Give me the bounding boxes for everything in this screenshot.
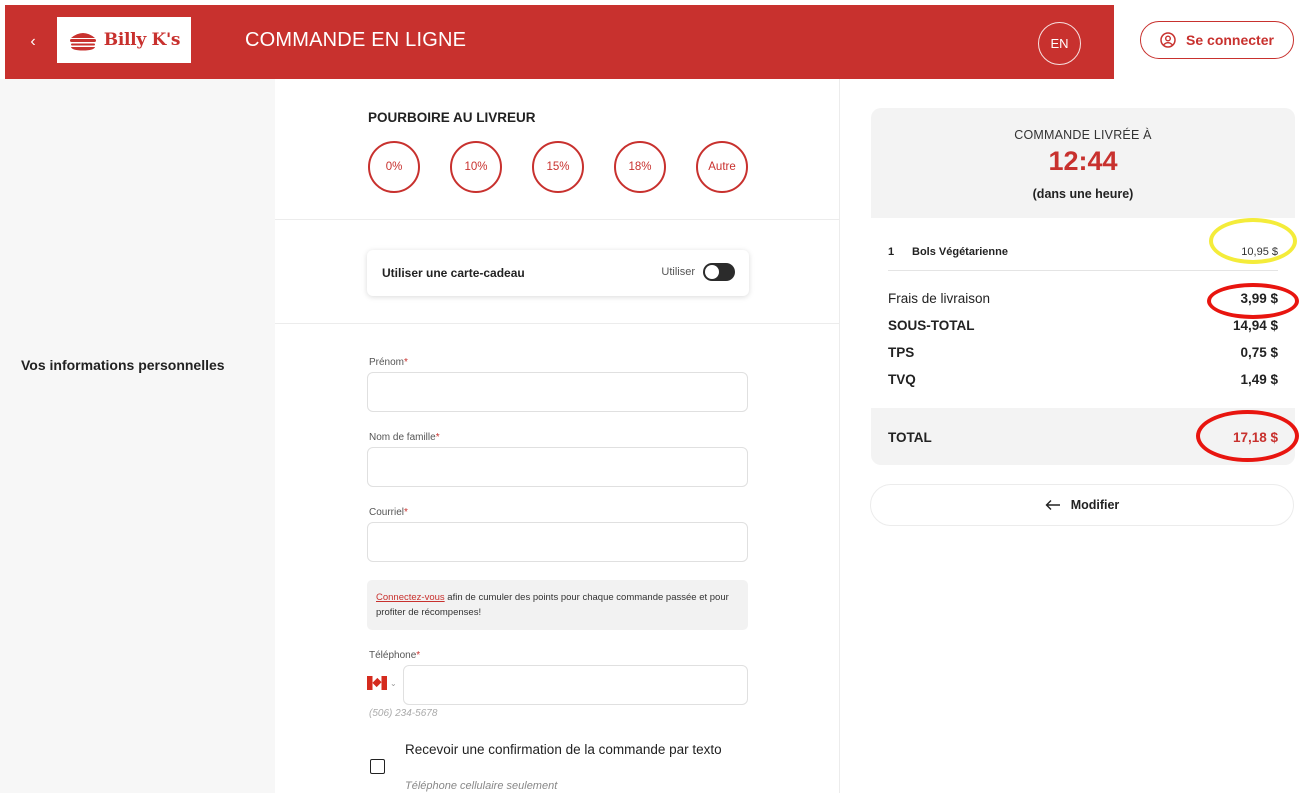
item-name: Bols Végétarienne [912, 246, 1008, 258]
first-name-label: Prénom* [369, 357, 408, 368]
tip-option-15[interactable]: 15% [532, 141, 584, 193]
burger-logo-icon [69, 33, 96, 51]
email-label-text: Courriel [369, 507, 405, 518]
email-field[interactable] [367, 522, 748, 562]
subtotal-value: 14,94 $ [1232, 318, 1278, 333]
email-label: Courriel* [369, 507, 408, 518]
phone-field-group: ⌄ [367, 665, 748, 705]
required-mark: * [416, 650, 421, 661]
tip-option-18[interactable]: 18% [614, 141, 666, 193]
gift-card-toggle[interactable] [703, 263, 735, 281]
first-name-label-text: Prénom [369, 357, 405, 368]
sms-confirmation-checkbox[interactable] [370, 759, 385, 774]
tps-value: 0,75 $ [1240, 345, 1278, 360]
canada-flag-icon [367, 676, 387, 690]
login-button[interactable]: Se connecter [1140, 21, 1294, 59]
header-bar: ‹ Billy K's COMMANDE EN LIGNE EN [5, 5, 1114, 79]
chevron-left-icon: ‹ [30, 33, 36, 50]
login-link[interactable]: Connectez-vous [376, 592, 445, 603]
modify-label: Modifier [1070, 498, 1120, 512]
tip-option-0[interactable]: 0% [368, 141, 420, 193]
tps-row: TPS 0,75 $ [888, 345, 1278, 365]
logo-wordmark: Billy K's [103, 30, 181, 50]
tip-option-10[interactable]: 10% [450, 141, 502, 193]
tip-option-other[interactable]: Autre [696, 141, 748, 193]
gift-card-label: Utiliser une carte-cadeau [382, 266, 525, 280]
last-name-field[interactable] [367, 447, 748, 487]
delivery-kicker: COMMANDE LIVRÉE À [1014, 128, 1152, 142]
phone-label-text: Téléphone [369, 650, 417, 661]
phone-field[interactable] [403, 665, 748, 705]
tip-options: 0% 10% 15% 18% Autre [368, 141, 748, 193]
sms-hint: Téléphone cellulaire seulement [405, 780, 558, 792]
tps-label: TPS [888, 345, 915, 360]
divider [275, 219, 840, 220]
tip-heading: POURBOIRE AU LIVREUR [368, 110, 536, 125]
tvq-row: TVQ 1,49 $ [888, 372, 1278, 392]
total-label: TOTAL [888, 430, 932, 445]
logo[interactable]: Billy K's [57, 17, 191, 63]
subtotal-row: SOUS-TOTAL 14,94 $ [888, 318, 1278, 338]
red-highlight-circle-delivery [1207, 283, 1299, 319]
required-mark: * [404, 357, 408, 368]
sms-confirmation-label: Recevoir une confirmation de la commande… [405, 742, 722, 757]
last-name-label: Nom de famille* [369, 432, 440, 443]
subtotal-label: SOUS-TOTAL [888, 318, 975, 333]
phone-label: Téléphone* [369, 650, 420, 661]
loyalty-notice: Connectez-vous afin de cumuler des point… [367, 580, 748, 630]
divider [888, 270, 1278, 271]
arrow-left-icon [1045, 500, 1060, 510]
language-toggle-button[interactable]: EN [1038, 22, 1081, 65]
language-label: EN [1050, 36, 1069, 51]
yellow-highlight-circle [1209, 218, 1297, 264]
item-quantity: 1 [888, 246, 895, 258]
last-name-label-text: Nom de famille [369, 432, 436, 443]
delivery-time-header: COMMANDE LIVRÉE À 12:44 (dans une heure) [871, 108, 1295, 218]
login-label: Se connecter [1186, 32, 1274, 48]
user-circle-icon [1160, 32, 1176, 48]
phone-hint: (506) 234-5678 [369, 708, 438, 719]
modify-order-button[interactable]: Modifier [870, 484, 1294, 526]
country-selector[interactable]: ⌄ [367, 676, 397, 690]
tvq-label: TVQ [888, 372, 916, 387]
tvq-value: 1,49 $ [1240, 372, 1278, 387]
first-name-field[interactable] [367, 372, 748, 412]
required-mark: * [404, 507, 408, 518]
delivery-fee-label: Frais de livraison [888, 291, 991, 306]
delivery-time: 12:44 [1048, 146, 1118, 176]
page-title: COMMANDE EN LIGNE [245, 29, 467, 51]
gift-card-toggle-label: Utiliser [661, 266, 695, 278]
toggle-knob [705, 265, 719, 279]
red-highlight-circle-total [1196, 410, 1299, 462]
left-panel [0, 79, 275, 793]
delivery-time-note: (dans une heure) [1032, 187, 1134, 201]
section-label-personal-info: Vos informations personnelles [21, 357, 225, 373]
back-button[interactable]: ‹ [23, 31, 43, 53]
required-mark: * [435, 432, 440, 443]
chevron-down-icon: ⌄ [390, 678, 397, 688]
gift-card-row: Utiliser une carte-cadeau Utiliser [367, 250, 749, 296]
divider [275, 323, 840, 324]
